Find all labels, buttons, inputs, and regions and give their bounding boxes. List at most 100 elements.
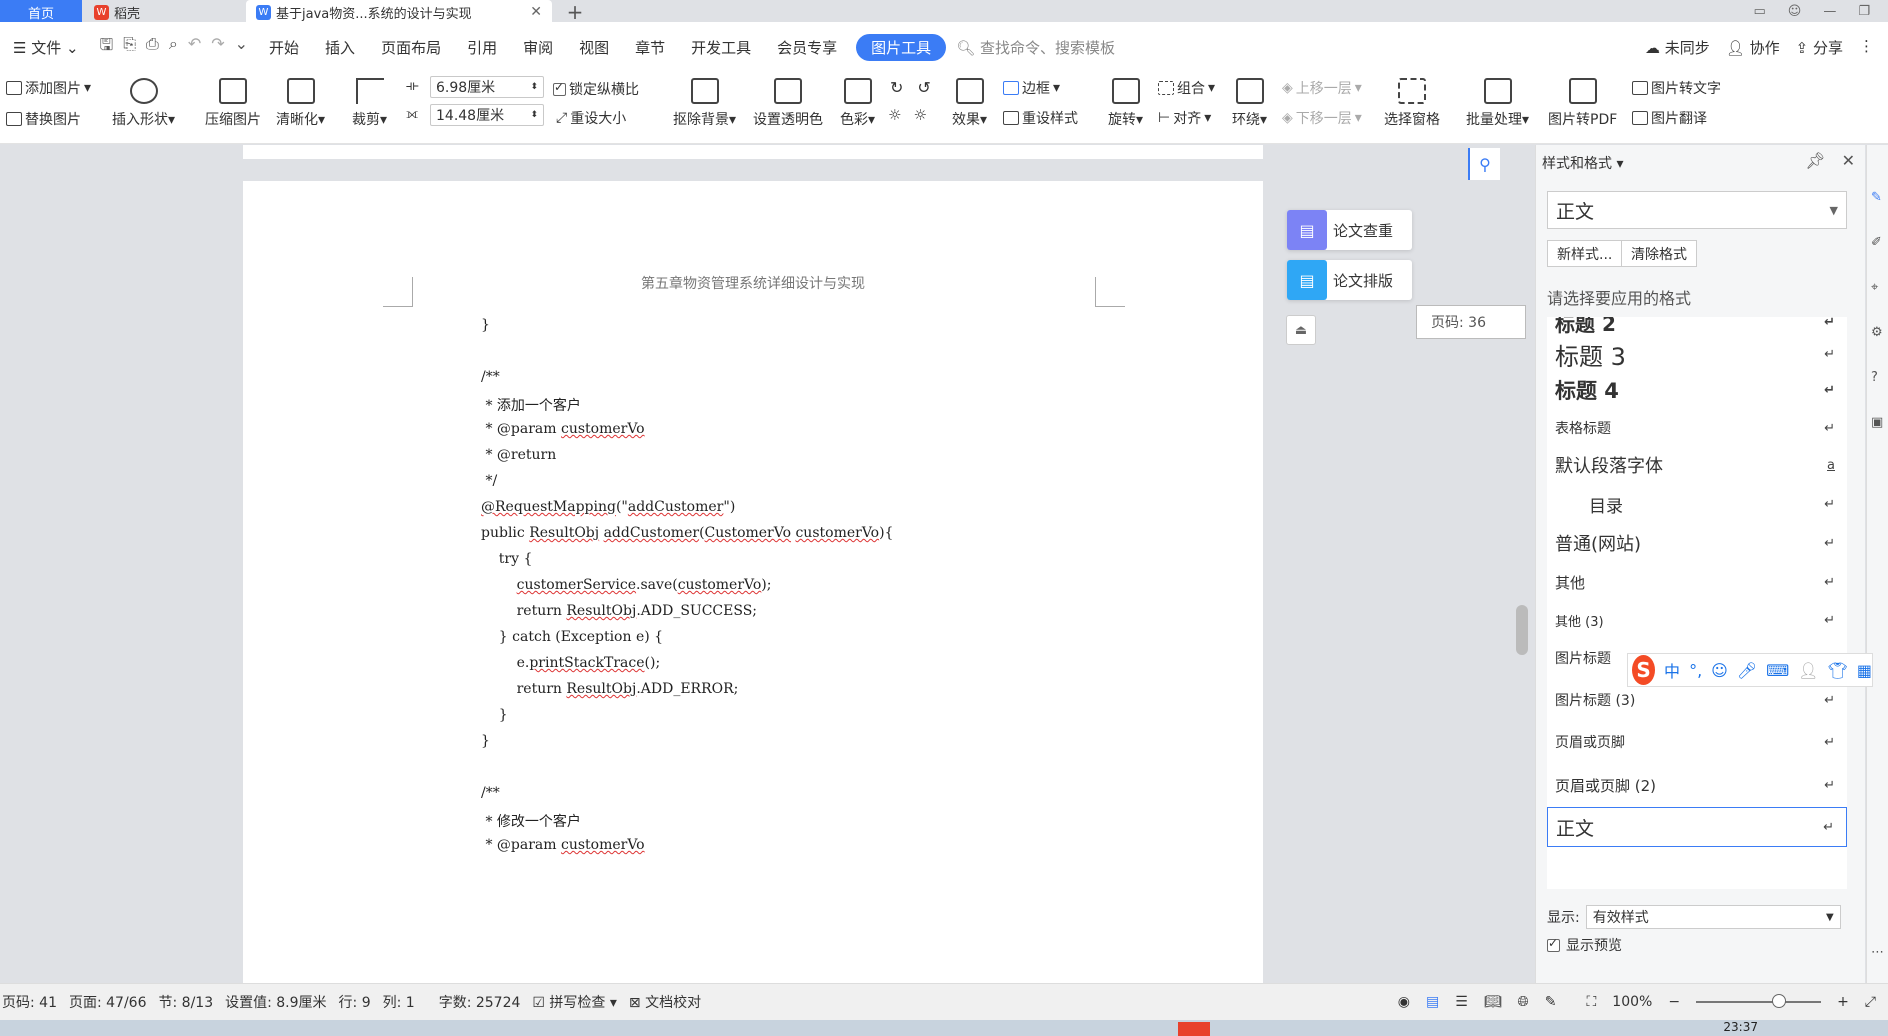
height-input[interactable]: 14.48厘米 ⬍ <box>430 104 544 126</box>
image-to-pdf-button[interactable]: 图片转PDF <box>1548 78 1617 129</box>
style-item-default-font[interactable]: 默认段落字体 a <box>1547 447 1847 483</box>
style-item-normal-web[interactable]: 普通(网站) ↵ <box>1547 525 1847 561</box>
style-item-toc[interactable]: 目录 ↵ <box>1547 487 1847 521</box>
zoom-in-icon[interactable]: + <box>1837 994 1849 1010</box>
color-button[interactable]: 色彩▾ <box>840 78 875 129</box>
menu-view[interactable]: 视图 <box>566 37 622 58</box>
more-icon[interactable]: ⋮ <box>1859 37 1874 58</box>
keyboard-icon[interactable]: ⌨ <box>1766 661 1789 680</box>
status-page-number[interactable]: 页码: 41 <box>2 992 57 1012</box>
punctuation-icon[interactable]: °, <box>1689 661 1702 680</box>
print-icon[interactable]: ⎙ <box>146 34 159 61</box>
pen-icon[interactable]: ✐ <box>1871 235 1882 250</box>
image-translate-button[interactable]: 图片翻译 <box>1632 108 1707 128</box>
status-row[interactable]: 行: 9 <box>339 992 371 1012</box>
set-transparent-button[interactable]: 设置透明色 <box>753 78 823 129</box>
share-button[interactable]: ⇪ 分享 <box>1796 37 1843 58</box>
ime-mode-toggle[interactable]: 中 <box>1664 658 1680 682</box>
pen-mode-icon[interactable]: ✎ <box>1545 994 1557 1010</box>
close-tab-icon[interactable]: ✕ <box>530 4 542 20</box>
group-button[interactable]: 组合 ▾ <box>1158 78 1215 98</box>
style-item-table-caption[interactable]: 表格标题 ↵ <box>1547 411 1847 445</box>
minimize-icon[interactable]: — <box>1823 4 1836 19</box>
status-setting[interactable]: 设置值: 8.9厘米 <box>225 992 326 1012</box>
collab-button[interactable]: 👤︎ 协作 <box>1726 37 1780 58</box>
new-style-button[interactable]: 新样式... <box>1547 240 1623 267</box>
reset-size-button[interactable]: ⤢ 重设大小 <box>556 108 626 128</box>
document-canvas[interactable]: 第五章物资管理系统详细设计与实现 } /** * 添加一个客户 * @param… <box>0 145 1535 983</box>
menu-review[interactable]: 审阅 <box>510 37 566 58</box>
brightness-up-icon[interactable]: ☼ <box>888 106 901 124</box>
style-item-body-selected[interactable]: 正文 ↵ <box>1547 807 1847 847</box>
device-icon[interactable]: ▣ <box>1871 415 1883 430</box>
brightness-down-icon[interactable]: ☼ <box>913 106 926 124</box>
send-backward-button[interactable]: ◈ 下移一层 ▾ <box>1282 108 1362 128</box>
menu-reference[interactable]: 引用 <box>454 37 510 58</box>
sogou-logo-icon[interactable]: S <box>1632 655 1656 685</box>
status-word-count[interactable]: 字数: 25724 <box>439 992 521 1012</box>
style-item-heading4[interactable]: 标题 4 ↵ <box>1547 373 1847 407</box>
effects-button[interactable]: 效果▾ <box>952 78 987 129</box>
eye-protection-icon[interactable]: ◉ <box>1398 994 1410 1010</box>
clear-format-button[interactable]: 清除格式 <box>1621 240 1697 267</box>
image-to-text-button[interactable]: 图片转文字 <box>1632 78 1721 98</box>
file-menu[interactable]: ☰ 文件 ⌄ <box>0 37 92 58</box>
help-icon[interactable]: ? <box>1871 370 1878 385</box>
microphone-icon[interactable]: 🎤︎ <box>1737 661 1757 680</box>
height-spinner-icon[interactable]: ⬍ <box>530 110 538 120</box>
page-view-icon[interactable]: ▤ <box>1426 994 1439 1010</box>
fit-page-icon[interactable]: ⛶ <box>1586 994 1596 1010</box>
menu-dev-tools[interactable]: 开发工具 <box>678 37 764 58</box>
insert-shape-button[interactable]: 插入形状▾ <box>112 78 175 129</box>
style-item-heading3[interactable]: 标题 3 ↵ <box>1547 337 1847 371</box>
align-button[interactable]: ⊢ 对齐 ▾ <box>1158 108 1211 128</box>
add-image-button[interactable]: 添加图片 ▾ <box>6 78 91 98</box>
style-item-other-3[interactable]: 其他 (3) ↵ <box>1547 605 1847 635</box>
zoom-level[interactable]: 100% <box>1612 994 1652 1010</box>
customize-icon[interactable]: ⌄ <box>235 34 248 61</box>
tab-home[interactable]: 首页 <box>0 0 82 24</box>
emoji-icon[interactable]: ☺ <box>1711 661 1728 680</box>
layout-icon[interactable]: ▭ <box>1753 4 1765 19</box>
style-item-figure-caption-3[interactable]: 图片标题 (3) ↵ <box>1547 683 1847 717</box>
zoom-slider-knob[interactable] <box>1771 994 1786 1008</box>
pin-icon[interactable]: 📌︎ <box>1805 151 1825 170</box>
batch-process-button[interactable]: 批量处理▾ <box>1466 78 1529 129</box>
wps-taskbar-icon[interactable] <box>1178 1022 1210 1036</box>
paper-layout-button[interactable]: ▤ 论文排版 <box>1287 260 1412 300</box>
current-style-select[interactable]: 正文 ▼ <box>1547 191 1847 229</box>
crop-button[interactable]: 裁剪▾ <box>352 78 387 129</box>
preview-icon[interactable]: ⌕ <box>169 34 178 61</box>
save-icon[interactable]: 🖫 <box>100 34 114 61</box>
undo-icon[interactable]: ↶ <box>188 34 201 61</box>
toolbox-icon[interactable]: ▦ <box>1857 661 1872 680</box>
outline-view-icon[interactable]: ☰ <box>1455 994 1468 1010</box>
spell-check-button[interactable]: ☑ 拼写检查 ▾ <box>532 992 617 1012</box>
settings-icon[interactable]: ✎ <box>1871 190 1882 205</box>
share-tool-icon[interactable]: ⚙ <box>1871 325 1883 340</box>
style-item-heading2[interactable]: 标题 2 ↵ <box>1547 317 1847 336</box>
status-section[interactable]: 节: 8/13 <box>159 992 214 1012</box>
border-button[interactable]: 边框 ▾ <box>1003 78 1060 98</box>
location-pin-icon[interactable]: ⚲ <box>1468 148 1500 180</box>
tab-daoke[interactable]: W 稻壳 <box>84 0 242 24</box>
export-icon[interactable]: ⎘ <box>123 34 136 61</box>
sync-button[interactable]: ☁ 未同步 <box>1645 37 1710 58</box>
remove-background-button[interactable]: 抠除背景▾ <box>673 78 736 129</box>
sharpen-button[interactable]: 清晰化▾ <box>276 78 325 129</box>
scrollbar-thumb[interactable] <box>1516 605 1528 655</box>
selection-pane-button[interactable]: 选择窗格 <box>1384 78 1440 129</box>
user-icon[interactable]: 👤︎ <box>1798 661 1818 680</box>
cursor-icon[interactable]: ⌖ <box>1871 280 1878 295</box>
rotate-left-icon[interactable]: ↻ <box>890 78 903 97</box>
more-tools-icon[interactable]: ⋯ <box>1871 945 1884 960</box>
styles-panel-title[interactable]: 样式和格式 ▾ <box>1542 153 1623 173</box>
close-panel-icon[interactable]: ✕ <box>1842 151 1855 170</box>
bring-forward-button[interactable]: ◈ 上移一层 ▾ <box>1282 78 1362 98</box>
wrap-button[interactable]: 环绕▾ <box>1232 78 1267 129</box>
collapse-ribbon-button[interactable]: ⏏ <box>1286 315 1316 345</box>
menu-page-layout[interactable]: 页面布局 <box>368 37 454 58</box>
menu-chapter[interactable]: 章节 <box>622 37 678 58</box>
zoom-out-icon[interactable]: − <box>1668 994 1680 1010</box>
reading-view-icon[interactable]: 📖︎ <box>1484 994 1502 1010</box>
